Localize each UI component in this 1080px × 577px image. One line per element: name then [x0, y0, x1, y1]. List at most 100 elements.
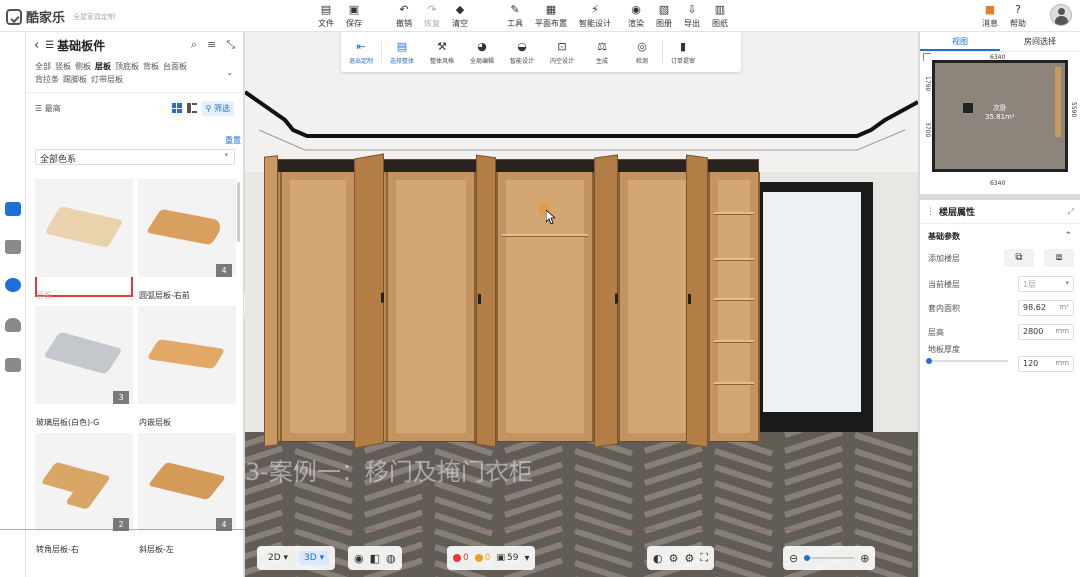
- shelf[interactable]: [714, 298, 754, 301]
- floor-height-field[interactable]: 2800 mm: [1018, 324, 1074, 340]
- messages-button[interactable]: ■ 消息: [976, 2, 1004, 30]
- redo-button[interactable]: ↷ 恢复: [418, 2, 446, 30]
- cabinet-bay[interactable]: [386, 172, 476, 441]
- camera-gear-icon[interactable]: ⚙: [684, 552, 694, 565]
- current-floor-select[interactable]: 1层 ▾: [1018, 276, 1074, 292]
- camera-settings-icon[interactable]: ⚙: [669, 552, 679, 565]
- search-icon[interactable]: ⌕: [191, 38, 197, 52]
- collapse-icon[interactable]: ⤡: [226, 38, 235, 52]
- shelf[interactable]: [714, 382, 754, 385]
- floor-thickness-field[interactable]: 120 mm: [1018, 356, 1074, 372]
- crown-icon[interactable]: [5, 240, 21, 254]
- gallery-button[interactable]: ▧ 图册: [650, 2, 678, 30]
- chevron-up-icon[interactable]: ⌃: [1064, 231, 1072, 241]
- room-floorplan[interactable]: 次卧 35.81m²: [932, 60, 1068, 172]
- category-item[interactable]: 顶底板: [115, 60, 139, 73]
- whole-style-button[interactable]: ⚒ 整体风格: [422, 40, 462, 65]
- fit-view-icon[interactable]: ⛶: [700, 551, 708, 565]
- smart-design-tool-button[interactable]: ◒ 智能设计: [502, 40, 542, 65]
- cabinet-icon[interactable]: [5, 358, 21, 372]
- product-card[interactable]: 2 转角层板-右: [35, 433, 133, 554]
- chevron-down-icon[interactable]: ⌄: [226, 68, 234, 78]
- list-view-icon[interactable]: [186, 103, 197, 113]
- category-item[interactable]: 侧板: [75, 60, 91, 73]
- tab-room-select[interactable]: 房间选择: [1000, 32, 1080, 51]
- 3d-viewport[interactable]: ⇤ 退出定制 ▤ 选择整体 ⚒ 整体风格 ◕ 全局编辑 ◒ 智能设计 ⊡ 内空设…: [245, 32, 918, 577]
- export-button[interactable]: ⇩ 导出: [678, 2, 706, 30]
- save-button[interactable]: ▣ 保存: [340, 2, 368, 30]
- cabinet-bay[interactable]: [280, 172, 356, 441]
- status-group[interactable]: 0 0 ▣ 59 ▾: [447, 546, 536, 570]
- zoom-slider[interactable]: [804, 555, 855, 561]
- add-floor-above-button[interactable]: ⧉: [1004, 249, 1034, 267]
- compass-icon[interactable]: ◍: [386, 552, 396, 565]
- open-door[interactable]: [686, 154, 708, 448]
- select-all-button[interactable]: ▤ 选择整体: [382, 40, 422, 65]
- product-card[interactable]: 层板: [35, 179, 133, 300]
- open-door[interactable]: [594, 154, 618, 448]
- category-item[interactable]: 背板: [143, 60, 159, 73]
- reset-link[interactable]: 重置: [225, 135, 241, 146]
- tools-button[interactable]: ✎ 工具: [501, 2, 529, 30]
- product-card[interactable]: 3 玻璃层板(白色)-G: [35, 306, 133, 427]
- product-card[interactable]: 内嵌层板: [138, 306, 236, 427]
- generate-button[interactable]: ⚖ 生成: [582, 40, 622, 65]
- back-icon[interactable]: ‹: [34, 38, 39, 53]
- user-icon[interactable]: [5, 318, 21, 332]
- structure-icon[interactable]: [5, 278, 21, 292]
- scrollbar[interactable]: [237, 182, 240, 242]
- category-item[interactable]: 层板: [95, 60, 111, 73]
- filter-button[interactable]: ⚲ 筛选: [201, 100, 234, 116]
- menu-icon[interactable]: ≡: [207, 38, 216, 52]
- color-filter-select[interactable]: 全部色系 ▾: [35, 149, 235, 165]
- shelf[interactable]: [714, 340, 754, 343]
- product-thumbnail: [35, 179, 133, 277]
- shelf[interactable]: [714, 258, 754, 261]
- open-door[interactable]: [476, 154, 496, 448]
- category-item[interactable]: 竖板: [55, 60, 71, 73]
- category-item[interactable]: 踢脚板: [63, 73, 87, 86]
- order-review-button[interactable]: ▮ 订单提审: [663, 40, 703, 65]
- exit-customization-button[interactable]: ⇤ 退出定制: [341, 40, 381, 65]
- category-item[interactable]: 背拉条: [35, 73, 59, 86]
- cube-icon[interactable]: ◧: [370, 552, 380, 565]
- zoom-in-icon[interactable]: ⊕: [860, 552, 869, 565]
- wardrobe-model[interactable]: [264, 153, 760, 449]
- global-edit-button[interactable]: ◕ 全局编辑: [462, 40, 502, 65]
- smart-design-button[interactable]: ⚡ 智能设计: [573, 2, 617, 30]
- clear-button[interactable]: ◆ 清空: [446, 2, 474, 30]
- open-shelf-unit[interactable]: [708, 172, 760, 441]
- category-item[interactable]: 全部: [35, 60, 51, 73]
- cabinet-library-icon[interactable]: [5, 202, 21, 216]
- sort-selector[interactable]: ☰ 最高: [35, 103, 61, 114]
- file-button[interactable]: ▤ 文件: [312, 2, 340, 30]
- add-floor-below-button[interactable]: ⧈: [1044, 249, 1074, 267]
- expand-icon[interactable]: ⤢: [1068, 207, 1074, 217]
- camera-icon[interactable]: [963, 103, 973, 113]
- toggle-icon[interactable]: ◐: [653, 552, 663, 565]
- category-item[interactable]: 台面板: [163, 60, 187, 73]
- open-door[interactable]: [264, 155, 278, 447]
- shelf[interactable]: [502, 234, 588, 237]
- shelf[interactable]: [714, 212, 754, 215]
- inner-area-field[interactable]: 98.62 m²: [1018, 300, 1074, 316]
- user-avatar[interactable]: [1050, 4, 1072, 26]
- eye-icon[interactable]: ◉: [354, 552, 364, 565]
- zoom-out-icon[interactable]: ⊖: [789, 552, 798, 565]
- open-door[interactable]: [354, 153, 384, 449]
- tab-view[interactable]: 视图: [920, 32, 1000, 51]
- render-button[interactable]: ◉ 渲染: [622, 2, 650, 30]
- view-2d-button[interactable]: 2D ▾: [263, 551, 293, 565]
- product-card[interactable]: 4 斜层板-左: [138, 433, 236, 554]
- layout-button[interactable]: ▦ 平面布置: [529, 2, 573, 30]
- product-card[interactable]: 4 圆弧层板-右前: [138, 179, 236, 300]
- app-logo[interactable]: 酷家乐 全屋家具定制: [6, 7, 115, 26]
- undo-button[interactable]: ↶ 撤销: [390, 2, 418, 30]
- grid-view-icon[interactable]: [171, 103, 182, 113]
- drawings-button[interactable]: ▥ 图纸: [706, 2, 734, 30]
- inner-space-button[interactable]: ⊡ 内空设计: [542, 40, 582, 65]
- help-button[interactable]: ? 帮助: [1004, 2, 1032, 30]
- category-item[interactable]: 灯带层板: [91, 73, 123, 86]
- view-3d-button[interactable]: 3D ▾: [299, 551, 330, 565]
- check-button[interactable]: ◎ 检测: [622, 40, 662, 65]
